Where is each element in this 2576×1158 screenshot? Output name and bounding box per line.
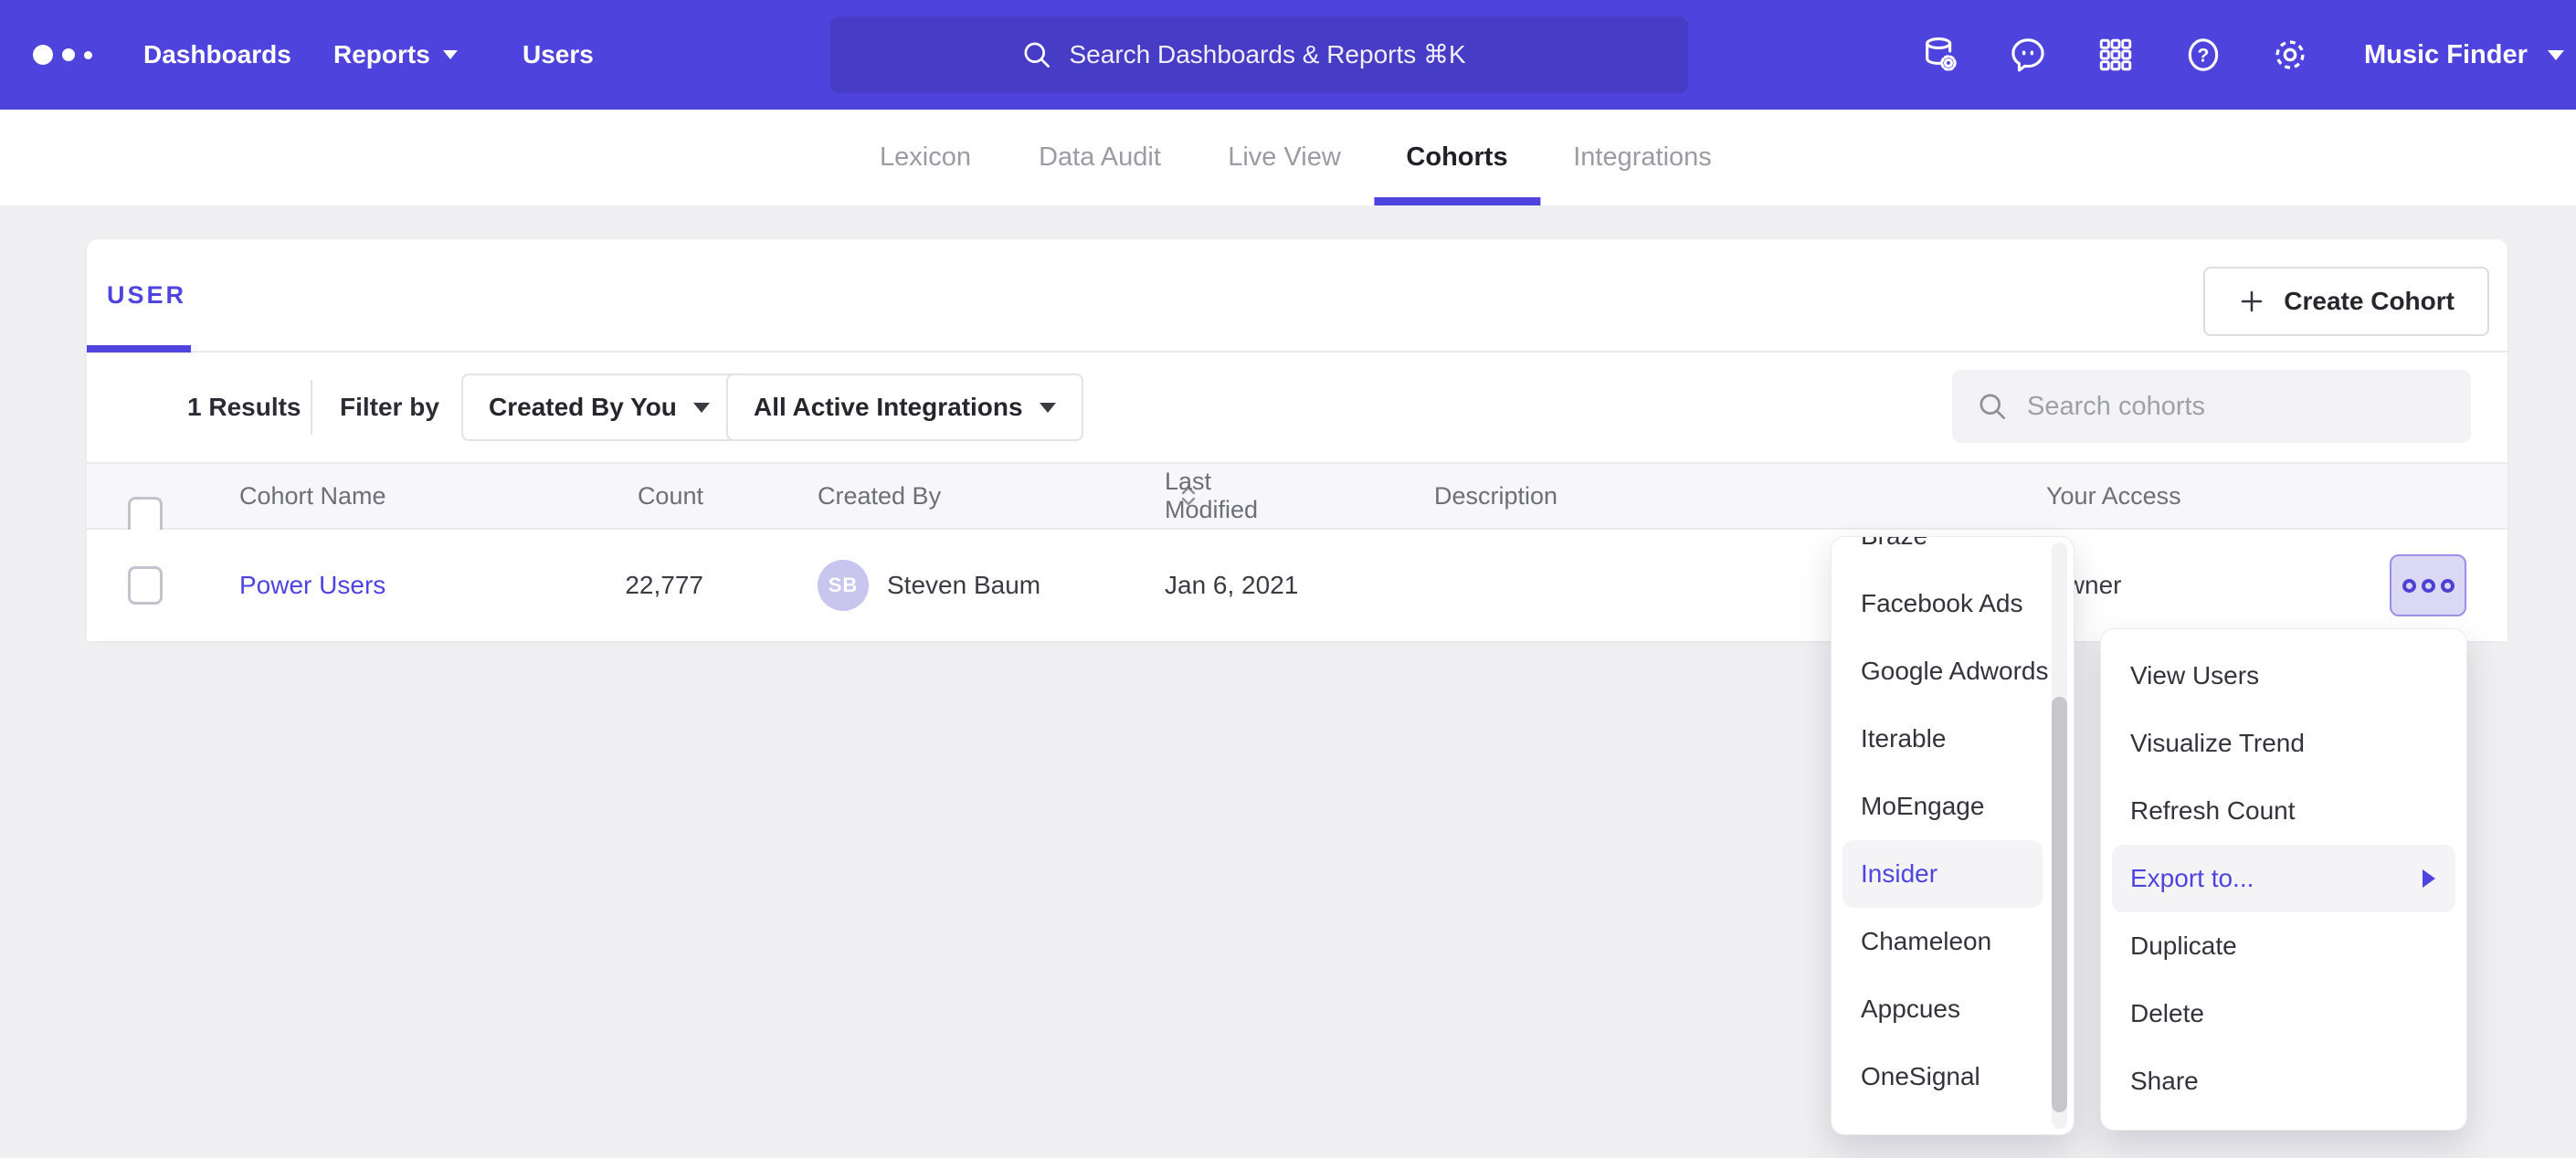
filter-by-label: Filter by <box>340 393 439 422</box>
svg-text:?: ? <box>2198 46 2210 67</box>
menu-item-braze[interactable]: Braze <box>1832 537 2074 570</box>
export-destinations-menu: Braze Facebook Ads Google Adwords Iterab… <box>1832 537 2074 1134</box>
cohort-name-link[interactable]: Power Users <box>239 530 385 641</box>
tab-integrations[interactable]: Integrations <box>1573 110 1712 205</box>
row-context-menu: View Users Visualize Trend Refresh Count… <box>2101 629 2466 1130</box>
ellipsis-icon <box>2402 579 2416 593</box>
filter-toolbar: 1 Results Filter by Created By You All A… <box>87 353 2507 462</box>
menu-item-refresh-count[interactable]: Refresh Count <box>2101 777 2466 845</box>
cohort-count: 22,777 <box>557 530 703 641</box>
menu-item-onesignal[interactable]: OneSignal <box>1832 1043 2074 1111</box>
created-by-name: Steven Baum <box>887 530 1040 641</box>
project-name: Music Finder <box>2364 40 2528 70</box>
section-tabs: Lexicon Data Audit Live View Cohorts Int… <box>0 110 2576 205</box>
tab-data-audit[interactable]: Data Audit <box>1039 110 1161 205</box>
column-header-created-by: Created By <box>818 464 941 528</box>
row-checkbox[interactable] <box>128 566 163 605</box>
column-header-description: Description <box>1434 464 1557 528</box>
menu-item-iterable[interactable]: Iterable <box>1832 705 2074 773</box>
last-modified-date: Jan 6, 2021 <box>1165 530 1298 641</box>
menu-item-delete[interactable]: Delete <box>2101 980 2466 1047</box>
menu-item-share[interactable]: Share <box>2101 1047 2466 1115</box>
avatar: SB <box>818 560 869 611</box>
menu-item-google-adwords[interactable]: Google Adwords <box>1832 637 2074 705</box>
top-navbar: Dashboards Reports Users <box>0 0 2576 110</box>
feedback-icon[interactable] <box>2008 35 2048 75</box>
menu-item-duplicate[interactable]: Duplicate <box>2101 912 2466 980</box>
tab-lexicon[interactable]: Lexicon <box>880 110 971 205</box>
search-icon <box>1976 390 2009 423</box>
menu-scrollbar-thumb[interactable] <box>2052 697 2067 1112</box>
menu-item-export-to[interactable]: Export to... <box>2112 845 2455 912</box>
results-count: 1 Results <box>187 393 301 422</box>
search-icon <box>1020 38 1053 71</box>
nav-item-label: Dashboards <box>143 40 291 69</box>
global-search-bar[interactable] <box>830 16 1688 93</box>
table-row: Power Users 22,777 SB Steven Baum Jan 6,… <box>87 530 2507 641</box>
created-by-filter-dropdown[interactable]: Created By You <box>461 374 737 441</box>
menu-item-insider[interactable]: Insider <box>1842 840 2043 908</box>
cohort-search-bar[interactable] <box>1952 370 2471 443</box>
cohort-search-input[interactable] <box>2027 392 2411 422</box>
menu-item-appcues[interactable]: Appcues <box>1832 975 2074 1043</box>
nav-item-label: Users <box>523 40 594 69</box>
caret-down-icon <box>693 403 710 413</box>
nav-item-users[interactable]: Users <box>523 0 594 110</box>
panel-header: USER Create Cohort <box>87 239 2507 353</box>
project-switcher[interactable]: Music Finder <box>2364 0 2564 110</box>
plus-icon <box>2238 288 2265 315</box>
nav-item-reports[interactable]: Reports <box>333 0 458 110</box>
cohorts-panel: USER Create Cohort 1 Results Filter by C… <box>87 239 2507 641</box>
data-management-icon[interactable] <box>1920 35 1960 75</box>
help-icon[interactable]: ? <box>2183 35 2223 75</box>
caret-down-icon <box>443 50 458 59</box>
tab-live-view[interactable]: Live View <box>1228 110 1341 205</box>
menu-item-view-users[interactable]: View Users <box>2101 642 2466 710</box>
table-header-row: Cohort Name Count Created By Last Modifi… <box>87 462 2507 530</box>
column-header-last-modified[interactable]: Last Modified <box>1165 464 1199 528</box>
menu-item-visualize-trend[interactable]: Visualize Trend <box>2101 710 2466 777</box>
mixpanel-logo-icon[interactable] <box>33 0 92 110</box>
column-header-cohort-name: Cohort Name <box>239 464 386 528</box>
integrations-filter-dropdown[interactable]: All Active Integrations <box>726 374 1083 441</box>
active-tab-underline <box>87 345 191 353</box>
global-search-input[interactable] <box>1070 40 1499 69</box>
menu-item-moengage[interactable]: MoEngage <box>1832 773 2074 840</box>
tab-user-cohorts[interactable]: USER <box>107 239 186 351</box>
row-actions-button[interactable] <box>2390 554 2466 616</box>
caret-down-icon <box>1040 403 1056 413</box>
nav-item-label: Reports <box>333 40 430 69</box>
menu-item-facebook-ads[interactable]: Facebook Ads <box>1832 570 2074 637</box>
create-cohort-button[interactable]: Create Cohort <box>2203 267 2489 336</box>
settings-gear-icon[interactable] <box>2270 35 2310 75</box>
caret-down-icon <box>2548 50 2564 60</box>
tab-cohorts[interactable]: Cohorts <box>1406 110 1507 205</box>
column-header-count: Count <box>557 464 703 528</box>
app-root: Dashboards Reports Users <box>0 0 2576 1158</box>
apps-grid-icon[interactable] <box>2096 35 2136 75</box>
nav-item-dashboards[interactable]: Dashboards <box>143 0 291 110</box>
menu-item-chameleon[interactable]: Chameleon <box>1832 908 2074 975</box>
submenu-arrow-icon <box>2423 869 2435 888</box>
divider <box>311 380 312 435</box>
column-header-your-access: Your Access <box>2046 464 2181 528</box>
